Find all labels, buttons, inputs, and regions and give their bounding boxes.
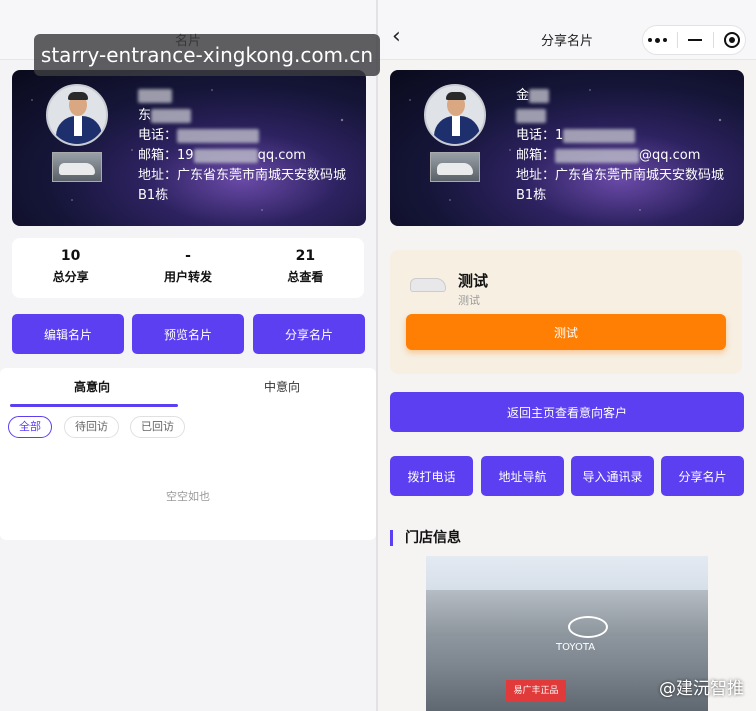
right-navbar: ‹ 分享名片 — [378, 0, 756, 60]
navigation-button[interactable]: 地址导航 — [481, 456, 564, 496]
import-contacts-button[interactable]: 导入通讯录 — [571, 456, 654, 496]
card-info: 金 电话：1 邮箱： @qq.com 地址：广东省东莞市南城天安数码城 B1栋 — [516, 86, 724, 206]
empty-state-text: 空空如也 — [166, 490, 210, 503]
business-card[interactable]: 东 电话： 邮箱：19 qq.com 地址：广东省东莞市南城天安数码城 B1栋 — [12, 70, 366, 226]
stat-total-views: 21 总查看 — [287, 248, 324, 284]
card-email-row: 邮箱：19 qq.com — [138, 148, 306, 163]
card-company-row — [516, 106, 724, 126]
product-name: 测试 — [458, 272, 489, 290]
store-banner: 易广丰正品 — [506, 680, 566, 702]
back-home-button[interactable]: 返回主页查看意向客户 — [390, 392, 744, 432]
store-info-heading: 门店信息 — [390, 530, 461, 546]
card-address-row-2: B1栋 — [138, 188, 169, 203]
avatar — [46, 84, 108, 146]
card-address-row: 地址：广东省东莞市南城天安数码城 — [516, 168, 725, 183]
url-watermark: starry-entrance-xingkong.com.cn — [34, 34, 380, 76]
card-email-row: 邮箱： @qq.com — [516, 148, 701, 163]
tab-high-intent[interactable]: 高意向 — [74, 378, 110, 395]
product-card: 测试 测试 测试 — [390, 250, 742, 374]
corner-watermark: @建沅智推 — [659, 679, 744, 699]
product-action-button[interactable]: 测试 — [406, 314, 726, 350]
car-thumbnail — [430, 152, 480, 182]
stats-panel: 10 总分享 - 用户转发 21 总查看 — [12, 238, 364, 298]
store-brand-text: TOYOTA — [556, 642, 596, 653]
share-card-button[interactable]: 分享名片 — [253, 314, 365, 354]
preview-card-button[interactable]: 预览名片 — [132, 314, 244, 354]
edit-card-button[interactable]: 编辑名片 — [12, 314, 124, 354]
toyota-logo-icon — [568, 616, 608, 638]
avatar — [424, 84, 486, 146]
product-car-icon — [410, 278, 446, 292]
car-thumbnail — [52, 152, 102, 182]
filter-pending-chip[interactable]: 待回访 — [64, 416, 119, 438]
filter-all-chip[interactable]: 全部 — [8, 416, 52, 438]
share-card-button[interactable]: 分享名片 — [661, 456, 744, 496]
card-name-row: 金 — [516, 86, 724, 106]
product-description: 测试 — [458, 294, 480, 307]
card-info: 东 电话： 邮箱：19 qq.com 地址：广东省东莞市南城天安数码城 B1栋 — [138, 86, 346, 206]
card-company-row: 东 — [138, 106, 346, 126]
card-phone-row: 电话：1 — [516, 126, 724, 146]
card-address-row: 地址：广东省东莞市南城天安数码城 — [138, 168, 347, 183]
filter-visited-chip[interactable]: 已回访 — [130, 416, 185, 438]
tab-mid-intent[interactable]: 中意向 — [264, 378, 300, 395]
card-phone-row: 电话： — [138, 126, 346, 146]
active-tab-indicator — [10, 404, 178, 407]
close-target-icon[interactable] — [723, 32, 740, 48]
card-name-row — [138, 86, 346, 106]
intent-panel: 高意向 中意向 全部 待回访 已回访 空空如也 — [0, 368, 376, 540]
more-icon[interactable] — [648, 37, 668, 43]
stat-user-forwards: - 用户转发 — [163, 248, 212, 284]
call-button[interactable]: 拨打电话 — [390, 456, 473, 496]
left-pane: 名片 东 电话： 邮箱：19qq.com 地址：广东省东莞市南城天安数码城 B1… — [0, 0, 376, 711]
stat-total-shares: 10 总分享 — [52, 248, 89, 284]
shared-business-card[interactable]: 金 电话：1 邮箱： @qq.com 地址：广东省东莞市南城天安数码城 B1栋 — [390, 70, 744, 226]
right-pane: ‹ 分享名片 金 电话：1 邮箱： @qq.com 地址：广东省东莞市南城天安数码… — [378, 0, 756, 711]
mini-program-capsule — [642, 25, 746, 55]
card-address-row-2: B1栋 — [516, 188, 547, 203]
minimize-icon[interactable] — [688, 39, 703, 41]
